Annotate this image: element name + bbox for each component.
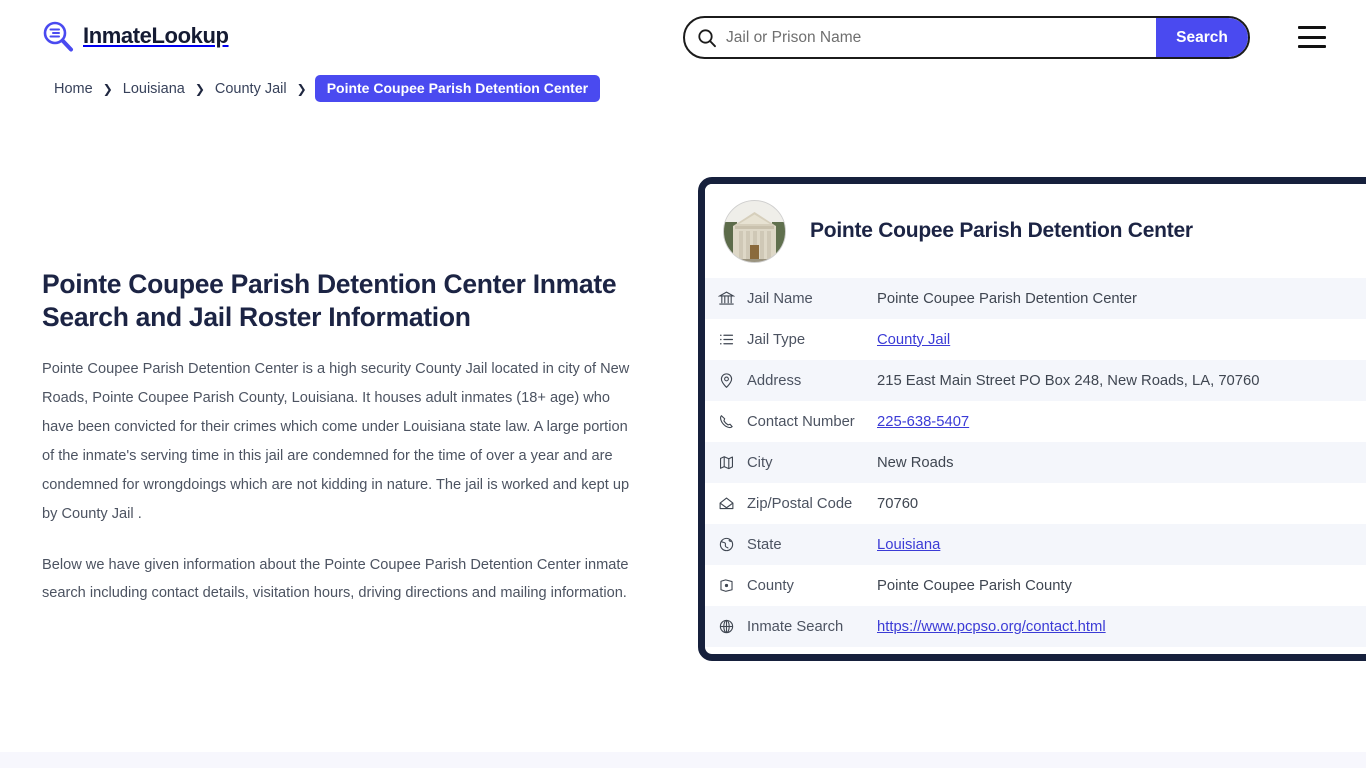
jail-info-card: Pointe Coupee Parish Detention Center Ja… bbox=[698, 177, 1366, 661]
row-value: County Jail bbox=[877, 319, 1366, 360]
hamburger-bar bbox=[1298, 45, 1326, 48]
row-value: 225-638-5407 bbox=[877, 401, 1366, 442]
row-label: Contact Number bbox=[747, 413, 855, 430]
table-row: County Pointe Coupee Parish County bbox=[705, 565, 1366, 606]
row-value: https://www.pcpso.org/contact.html bbox=[877, 606, 1366, 647]
row-label: Inmate Search bbox=[747, 618, 844, 635]
search-input[interactable] bbox=[717, 18, 1156, 57]
magnifier-list-icon bbox=[42, 20, 74, 52]
county-badge-icon bbox=[705, 565, 747, 606]
row-value: Louisiana bbox=[877, 524, 1366, 565]
breadcrumb-item-louisiana[interactable]: Louisiana bbox=[121, 81, 187, 97]
hamburger-bar bbox=[1298, 35, 1326, 39]
article-column: Pointe Coupee Parish Detention Center In… bbox=[42, 268, 632, 630]
card-header: Pointe Coupee Parish Detention Center bbox=[705, 184, 1366, 278]
search-icon bbox=[697, 28, 717, 48]
map-icon bbox=[705, 442, 747, 483]
chevron-right-icon: ❯ bbox=[296, 81, 307, 96]
row-value: Pointe Coupee Parish Detention Center bbox=[877, 290, 1137, 307]
table-row: Jail Type County Jail bbox=[705, 319, 1366, 360]
state-link[interactable]: Louisiana bbox=[877, 537, 940, 553]
courthouse-photo bbox=[723, 199, 786, 263]
phone-icon bbox=[705, 401, 747, 442]
page-title: Pointe Coupee Parish Detention Center In… bbox=[42, 269, 617, 332]
table-row: State Louisiana bbox=[705, 524, 1366, 565]
chevron-right-icon: ❯ bbox=[102, 81, 113, 96]
envelope-icon bbox=[705, 483, 747, 524]
row-label: State bbox=[747, 536, 782, 553]
page-bottom-strip bbox=[0, 752, 1366, 768]
row-label: County bbox=[747, 577, 794, 594]
inmate-search-link[interactable]: https://www.pcpso.org/contact.html bbox=[877, 619, 1106, 635]
breadcrumb: Home ❯ Louisiana ❯ County Jail ❯ Pointe … bbox=[52, 75, 601, 102]
jail-info-table: Jail Name Pointe Coupee Parish Detention… bbox=[705, 278, 1366, 647]
hamburger-bar bbox=[1298, 26, 1326, 29]
hamburger-menu-icon[interactable] bbox=[1298, 26, 1326, 48]
row-value: New Roads bbox=[877, 454, 954, 471]
row-label: City bbox=[747, 454, 773, 471]
contact-number-link[interactable]: 225-638-5407 bbox=[877, 414, 969, 430]
row-label: Jail Name bbox=[747, 290, 813, 307]
row-label: Zip/Postal Code bbox=[747, 495, 853, 512]
search-button[interactable]: Search bbox=[1156, 18, 1248, 57]
site-logo[interactable]: InmateLookup bbox=[42, 20, 229, 52]
row-label: Address bbox=[747, 372, 802, 389]
chevron-right-icon: ❯ bbox=[194, 81, 205, 96]
row-value: Pointe Coupee Parish County bbox=[877, 577, 1072, 594]
table-row: Contact Number 225-638-5407 bbox=[705, 401, 1366, 442]
secondary-paragraph: Below we have given information about th… bbox=[42, 556, 629, 602]
row-value: 215 East Main Street PO Box 248, New Roa… bbox=[877, 372, 1260, 389]
page-root: InmateLookup Search Home ❯ Louisiana ❯ C… bbox=[0, 0, 1366, 768]
globe-pin-icon bbox=[705, 524, 747, 565]
intro-paragraph: Pointe Coupee Parish Detention Center is… bbox=[42, 361, 630, 522]
table-row: Address 215 East Main Street PO Box 248,… bbox=[705, 360, 1366, 401]
globe-icon bbox=[705, 606, 747, 647]
breadcrumb-item-county-jail[interactable]: County Jail bbox=[213, 81, 289, 97]
map-pin-icon bbox=[705, 360, 747, 401]
table-row: Zip/Postal Code 70760 bbox=[705, 483, 1366, 524]
table-row: City New Roads bbox=[705, 442, 1366, 483]
breadcrumb-item-home[interactable]: Home bbox=[52, 81, 95, 97]
row-label: Jail Type bbox=[747, 331, 806, 348]
bank-icon bbox=[705, 278, 747, 319]
jail-type-link[interactable]: County Jail bbox=[877, 332, 950, 348]
list-icon bbox=[705, 319, 747, 360]
logo-text: InmateLookup bbox=[83, 23, 229, 48]
table-row: Inmate Search https://www.pcpso.org/cont… bbox=[705, 606, 1366, 647]
table-row: Jail Name Pointe Coupee Parish Detention… bbox=[705, 278, 1366, 319]
breadcrumb-current: Pointe Coupee Parish Detention Center bbox=[314, 75, 601, 102]
card-title: Pointe Coupee Parish Detention Center bbox=[810, 219, 1193, 242]
search-bar[interactable]: Search bbox=[683, 16, 1250, 59]
site-header: InmateLookup Search bbox=[0, 0, 1366, 75]
row-value: 70760 bbox=[877, 495, 919, 512]
